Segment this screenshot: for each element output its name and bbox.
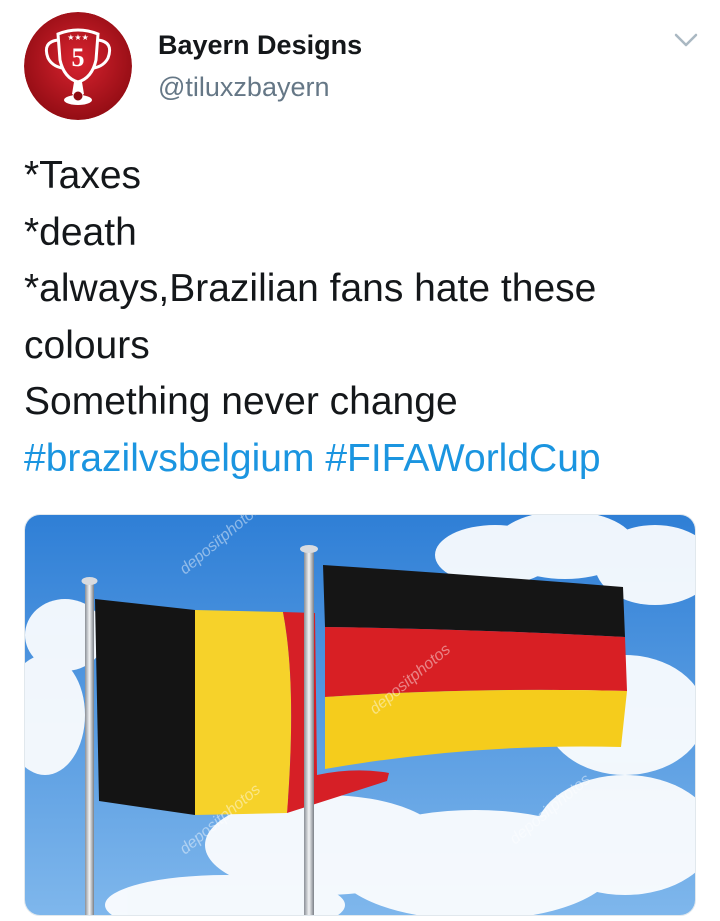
tweet-media-image[interactable]: depositphotos depositphotos depositphoto… xyxy=(24,514,696,916)
avatar[interactable]: 5 ★★★ xyxy=(24,12,132,120)
tweet-line: *Taxes xyxy=(24,154,142,197)
author-handle[interactable]: @tiluxzbayern xyxy=(158,72,329,103)
svg-text:★★★: ★★★ xyxy=(67,33,89,42)
belgium-germany-flags-photo: depositphotos depositphotos depositphoto… xyxy=(25,515,695,915)
tweet-line: colours xyxy=(24,323,150,367)
svg-text:5: 5 xyxy=(72,43,85,72)
hashtags-line: #brazilvsbelgium #FIFAWorldCup xyxy=(24,431,704,488)
tweet-text: *Taxes *death *always,Brazilian fans hat… xyxy=(24,148,704,487)
tweet-line: *death xyxy=(24,210,137,254)
tweet-line: Something never change xyxy=(24,380,458,423)
hashtag-link[interactable]: #brazilvsbelgium xyxy=(24,437,314,480)
author-name[interactable]: Bayern Designs xyxy=(158,30,362,61)
tweet-line: *always,Brazilian fans hate these xyxy=(24,267,597,310)
hashtag-link[interactable]: #FIFAWorldCup xyxy=(325,437,600,480)
trophy-5-icon: 5 ★★★ xyxy=(24,12,132,120)
tweet-card: 5 ★★★ Bayern Designs @tiluxzbayern *Taxe… xyxy=(0,0,720,921)
chevron-down-icon[interactable] xyxy=(672,30,700,50)
